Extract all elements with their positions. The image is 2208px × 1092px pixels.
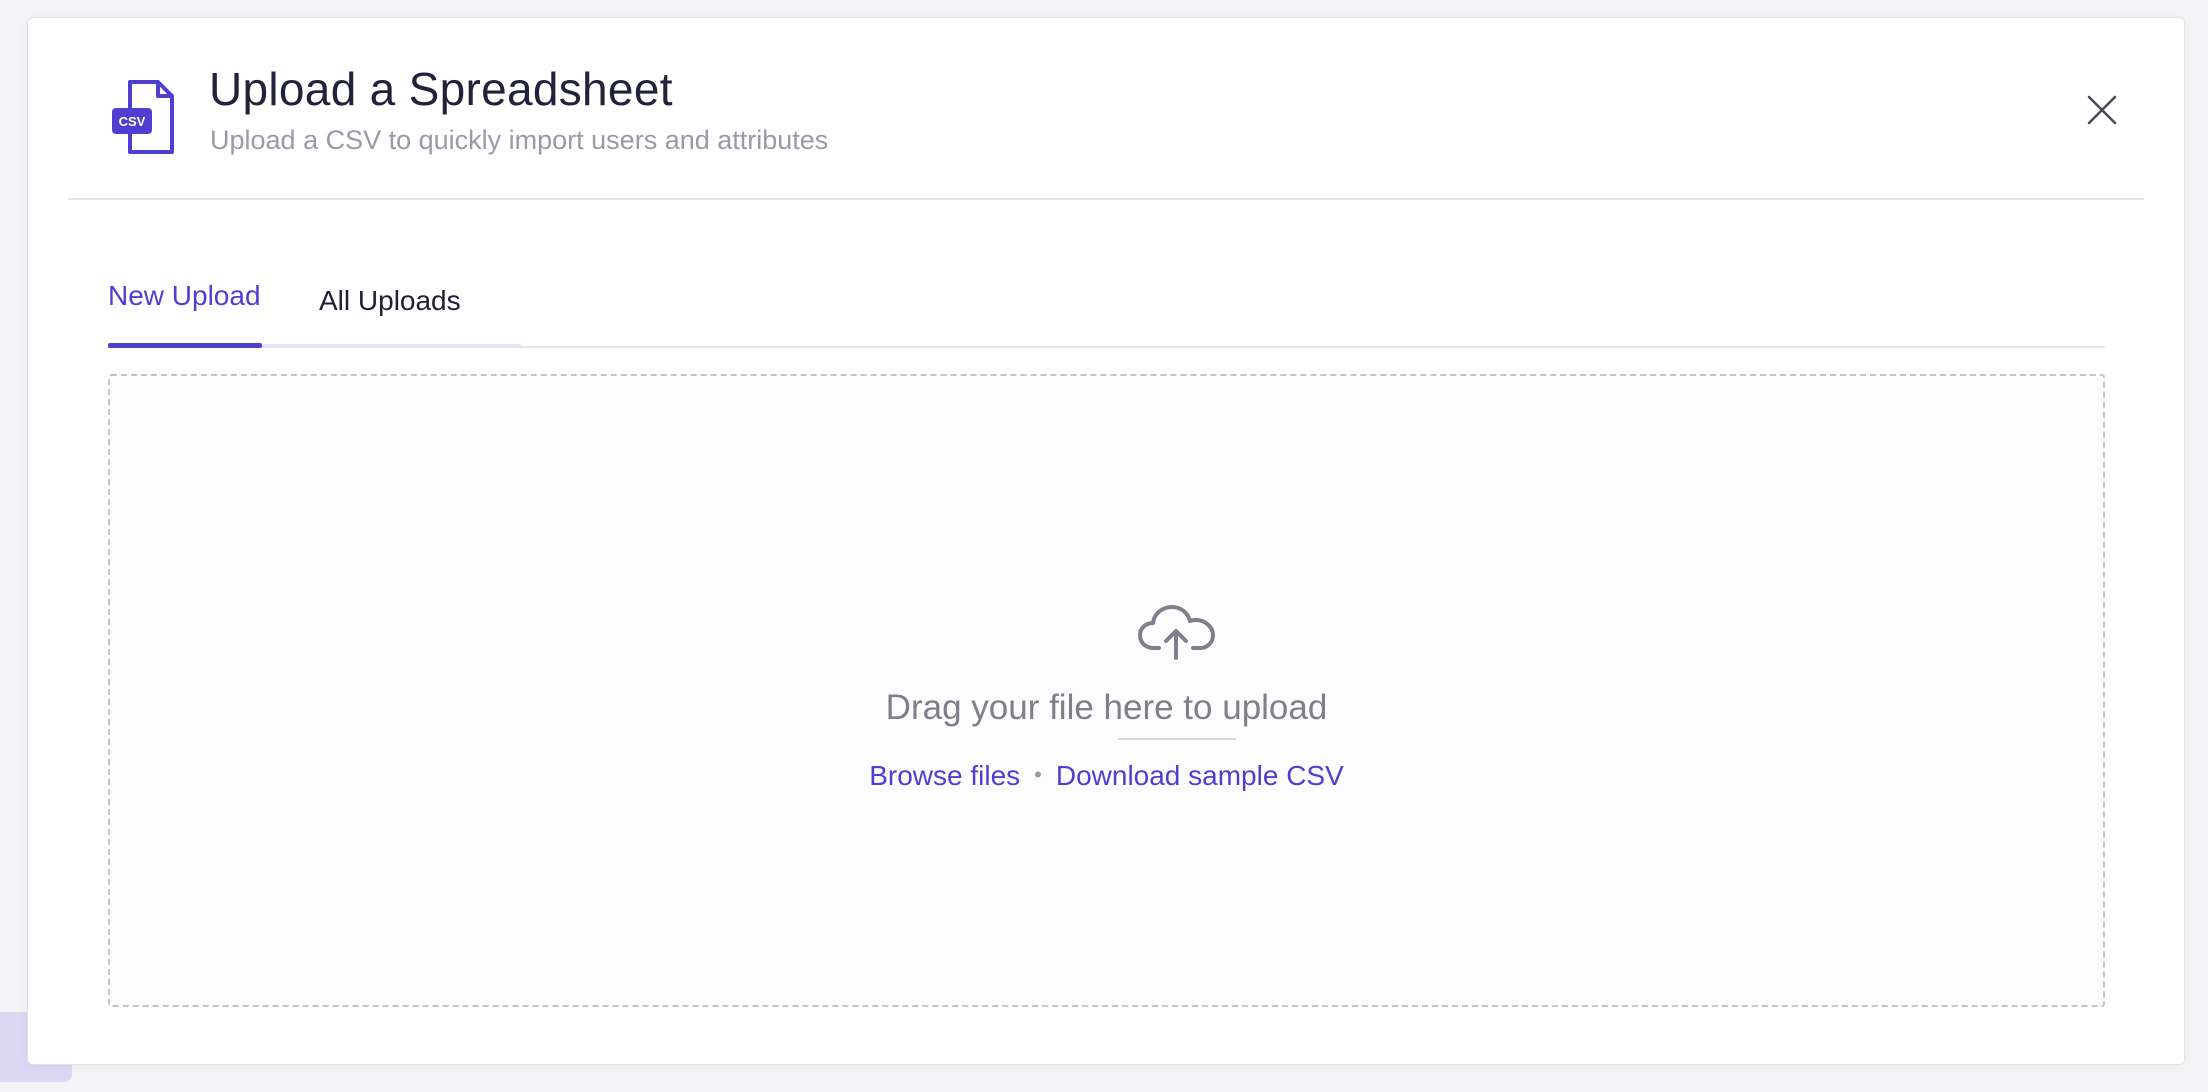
link-separator: •	[1034, 762, 1042, 787]
drag-instructions: Drag your file here to upload	[885, 688, 1328, 727]
close-icon	[2087, 95, 2117, 125]
upload-tabs: New Upload All Uploads	[108, 258, 2105, 348]
tab-all-uploads[interactable]: All Uploads	[319, 285, 461, 317]
upload-spreadsheet-modal: CSV Upload a Spreadsheet Upload a CSV to…	[27, 17, 2185, 1065]
close-button[interactable]	[2082, 90, 2122, 130]
browse-files-link[interactable]: Browse files	[869, 760, 1020, 791]
tab-new-upload[interactable]: New Upload	[108, 280, 261, 312]
drag-divider	[1118, 738, 1236, 740]
cloud-upload-icon	[1138, 605, 1215, 660]
modal-subtitle: Upload a CSV to quickly import users and…	[210, 125, 829, 155]
active-tab-indicator	[108, 343, 262, 348]
download-sample-csv-link[interactable]: Download sample CSV	[1056, 760, 1344, 791]
modal-title: Upload a Spreadsheet	[209, 63, 673, 115]
dropzone-links: Browse files • Download sample CSV	[110, 760, 2103, 792]
csv-file-icon: CSV	[112, 80, 174, 154]
csv-badge-label: CSV	[119, 114, 146, 129]
file-dropzone[interactable]: Drag your file here to upload Browse fil…	[108, 374, 2105, 1007]
